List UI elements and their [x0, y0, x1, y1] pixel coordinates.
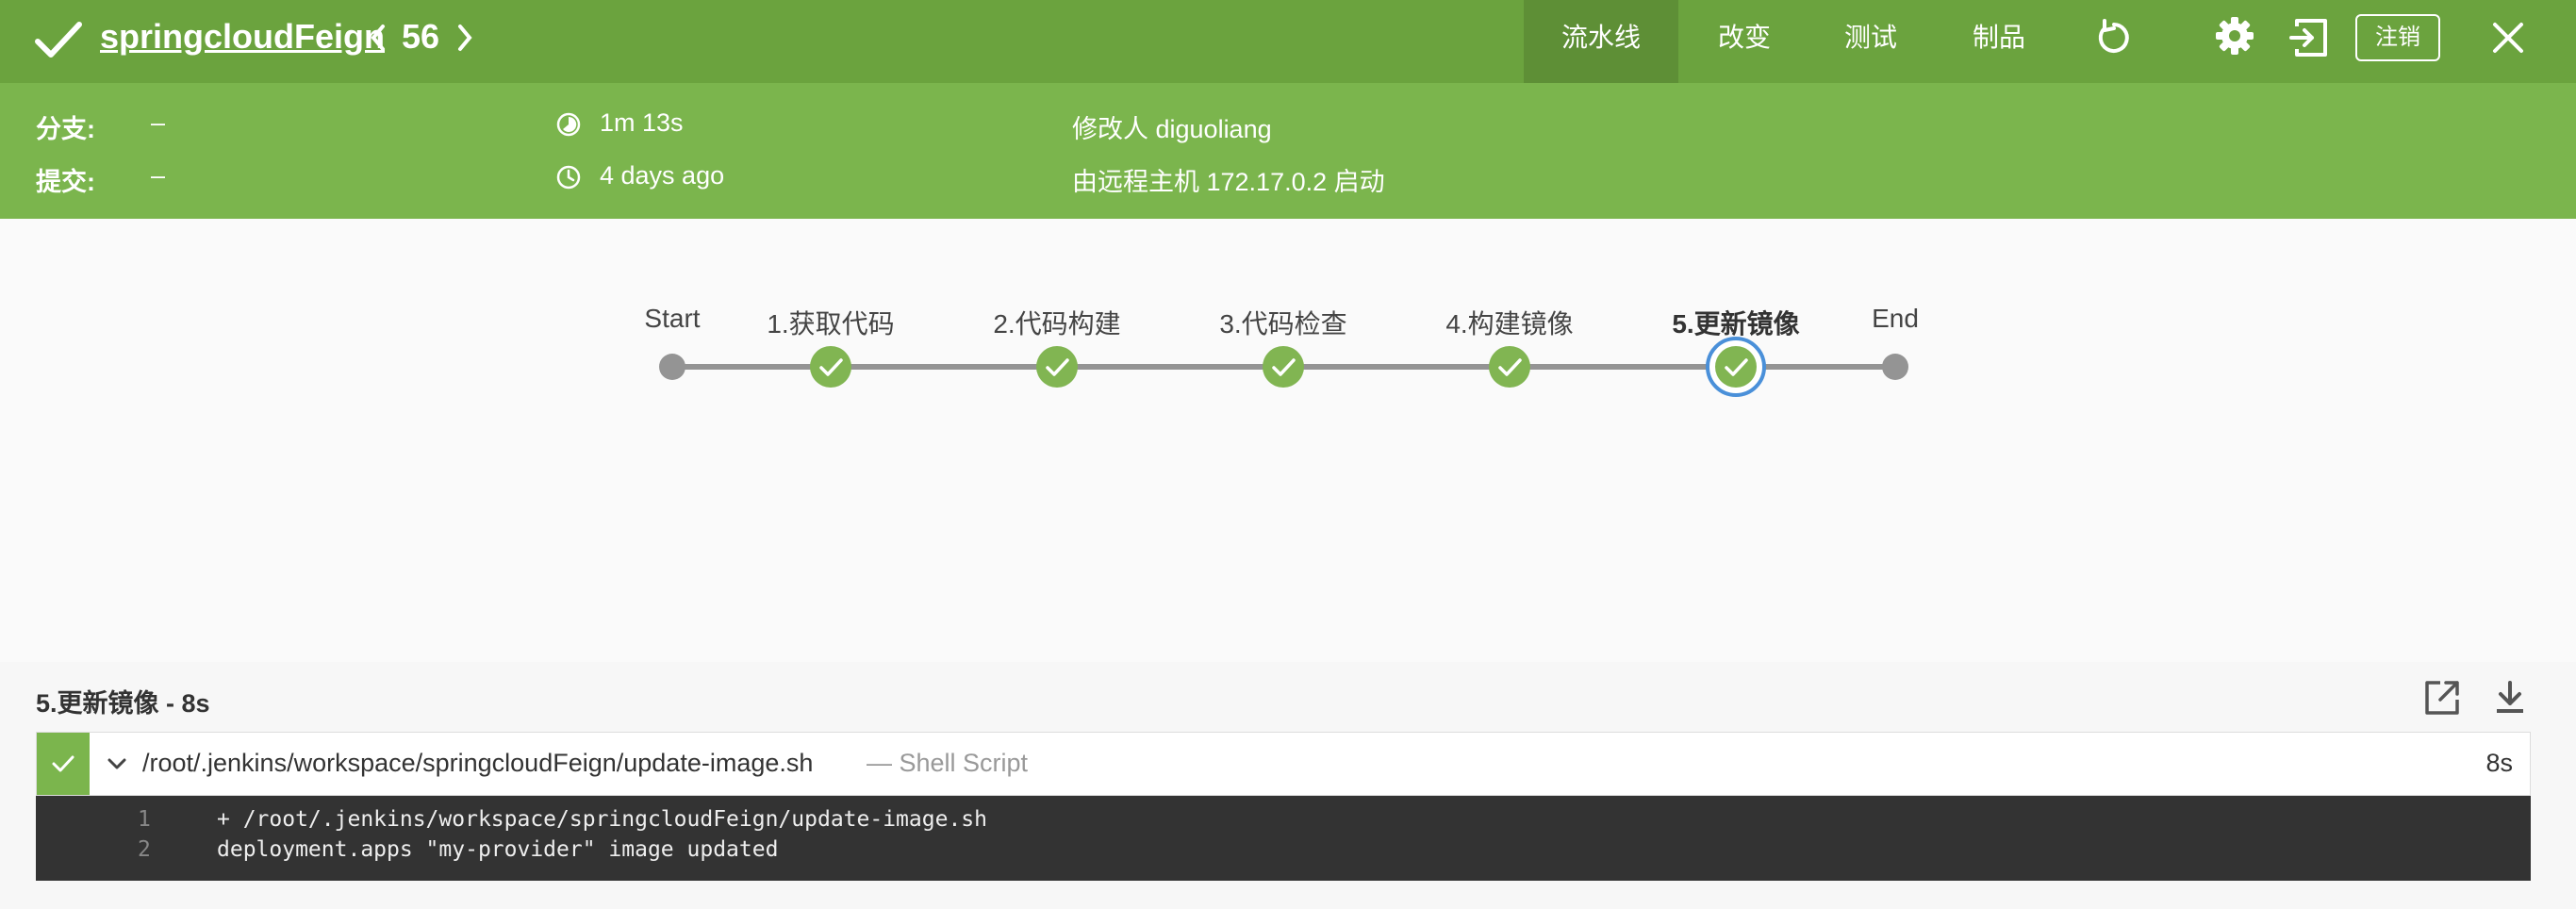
line-number: 2: [138, 837, 151, 862]
time-ago-value: 4 days ago: [600, 161, 725, 190]
tab-pipeline[interactable]: 流水线: [1524, 0, 1678, 83]
stage-node-2[interactable]: [1036, 346, 1078, 388]
duration-icon: [556, 112, 581, 137]
stage-label-3[interactable]: 3.代码检查: [1219, 304, 1346, 341]
start-node: [659, 354, 685, 380]
step-type: — Shell Script: [867, 749, 1029, 777]
console-line: + /root/.jenkins/workspace/springcloudFe…: [217, 807, 987, 832]
run-number: 56: [402, 17, 440, 56]
stage-node-1[interactable]: [810, 346, 851, 388]
line-number: 1: [138, 807, 151, 832]
exit-icon[interactable]: [2287, 17, 2329, 58]
branch-label: 分支:: [36, 115, 95, 143]
stage-label-start: Start: [644, 304, 701, 333]
close-icon[interactable]: [2489, 19, 2527, 57]
replay-icon[interactable]: [2091, 17, 2133, 58]
step-status-success: [37, 733, 90, 795]
console-output: 1 + /root/.jenkins/workspace/springcloud…: [36, 796, 2531, 881]
pipeline-graph-svg: [659, 337, 1908, 397]
job-name-link[interactable]: springcloudFeign: [100, 17, 385, 57]
pipeline-graph: Start 1.获取代码 2.代码构建 3.代码检查 4.构建镜像 5.更新镜像…: [0, 219, 2576, 662]
step-script-path: /root/.jenkins/workspace/springcloudFeig…: [142, 749, 814, 777]
gear-icon[interactable]: [2214, 15, 2255, 57]
step-duration: 8s: [2485, 749, 2513, 777]
stage-label-4[interactable]: 4.构建镜像: [1445, 304, 1573, 341]
open-external-icon[interactable]: [2421, 677, 2463, 719]
success-check-icon: [35, 22, 82, 58]
duration-value: 1m 13s: [600, 108, 684, 137]
started-by: 由远程主机 172.17.0.2 启动: [1072, 168, 1385, 196]
stage-label-5[interactable]: 5.更新镜像: [1672, 304, 1799, 341]
stage-node-4[interactable]: [1489, 346, 1530, 388]
run-info-bar: 分支: – 提交: – 1m 13s 4 days ago 修改人 diguol…: [0, 83, 2576, 219]
console-line: deployment.apps "my-provider" image upda…: [217, 837, 779, 862]
log-step-row[interactable]: /root/.jenkins/workspace/springcloudFeig…: [36, 732, 2531, 796]
stage-label-1[interactable]: 1.获取代码: [767, 304, 894, 341]
tab-artifacts[interactable]: 制品: [1954, 0, 2044, 83]
top-bar: springcloudFeign 56 流水线 改变 测试 制品 注销: [0, 0, 2576, 83]
clock-icon: [556, 165, 581, 190]
step-check-icon: [52, 755, 74, 772]
commit-label: 提交:: [36, 168, 95, 196]
stage-log-title: 5.更新镜像 - 8s: [36, 689, 210, 718]
chevron-right-icon[interactable]: [454, 21, 475, 55]
stage-label-2[interactable]: 2.代码构建: [993, 304, 1120, 341]
tab-changes[interactable]: 改变: [1697, 0, 1792, 83]
download-icon[interactable]: [2489, 677, 2531, 719]
logout-button[interactable]: 注销: [2355, 14, 2440, 61]
stage-node-5-selected[interactable]: [1706, 337, 1766, 397]
end-node: [1882, 354, 1908, 380]
stage-label-end: End: [1872, 304, 1919, 333]
tab-tests[interactable]: 测试: [1825, 0, 1916, 83]
changes-by: 修改人 diguoliang: [1072, 115, 1272, 143]
commit-value: –: [151, 161, 166, 190]
chevron-left-icon[interactable]: [368, 21, 388, 55]
stage-node-3[interactable]: [1263, 346, 1304, 388]
chevron-down-icon[interactable]: [105, 753, 129, 774]
branch-value: –: [151, 108, 166, 137]
